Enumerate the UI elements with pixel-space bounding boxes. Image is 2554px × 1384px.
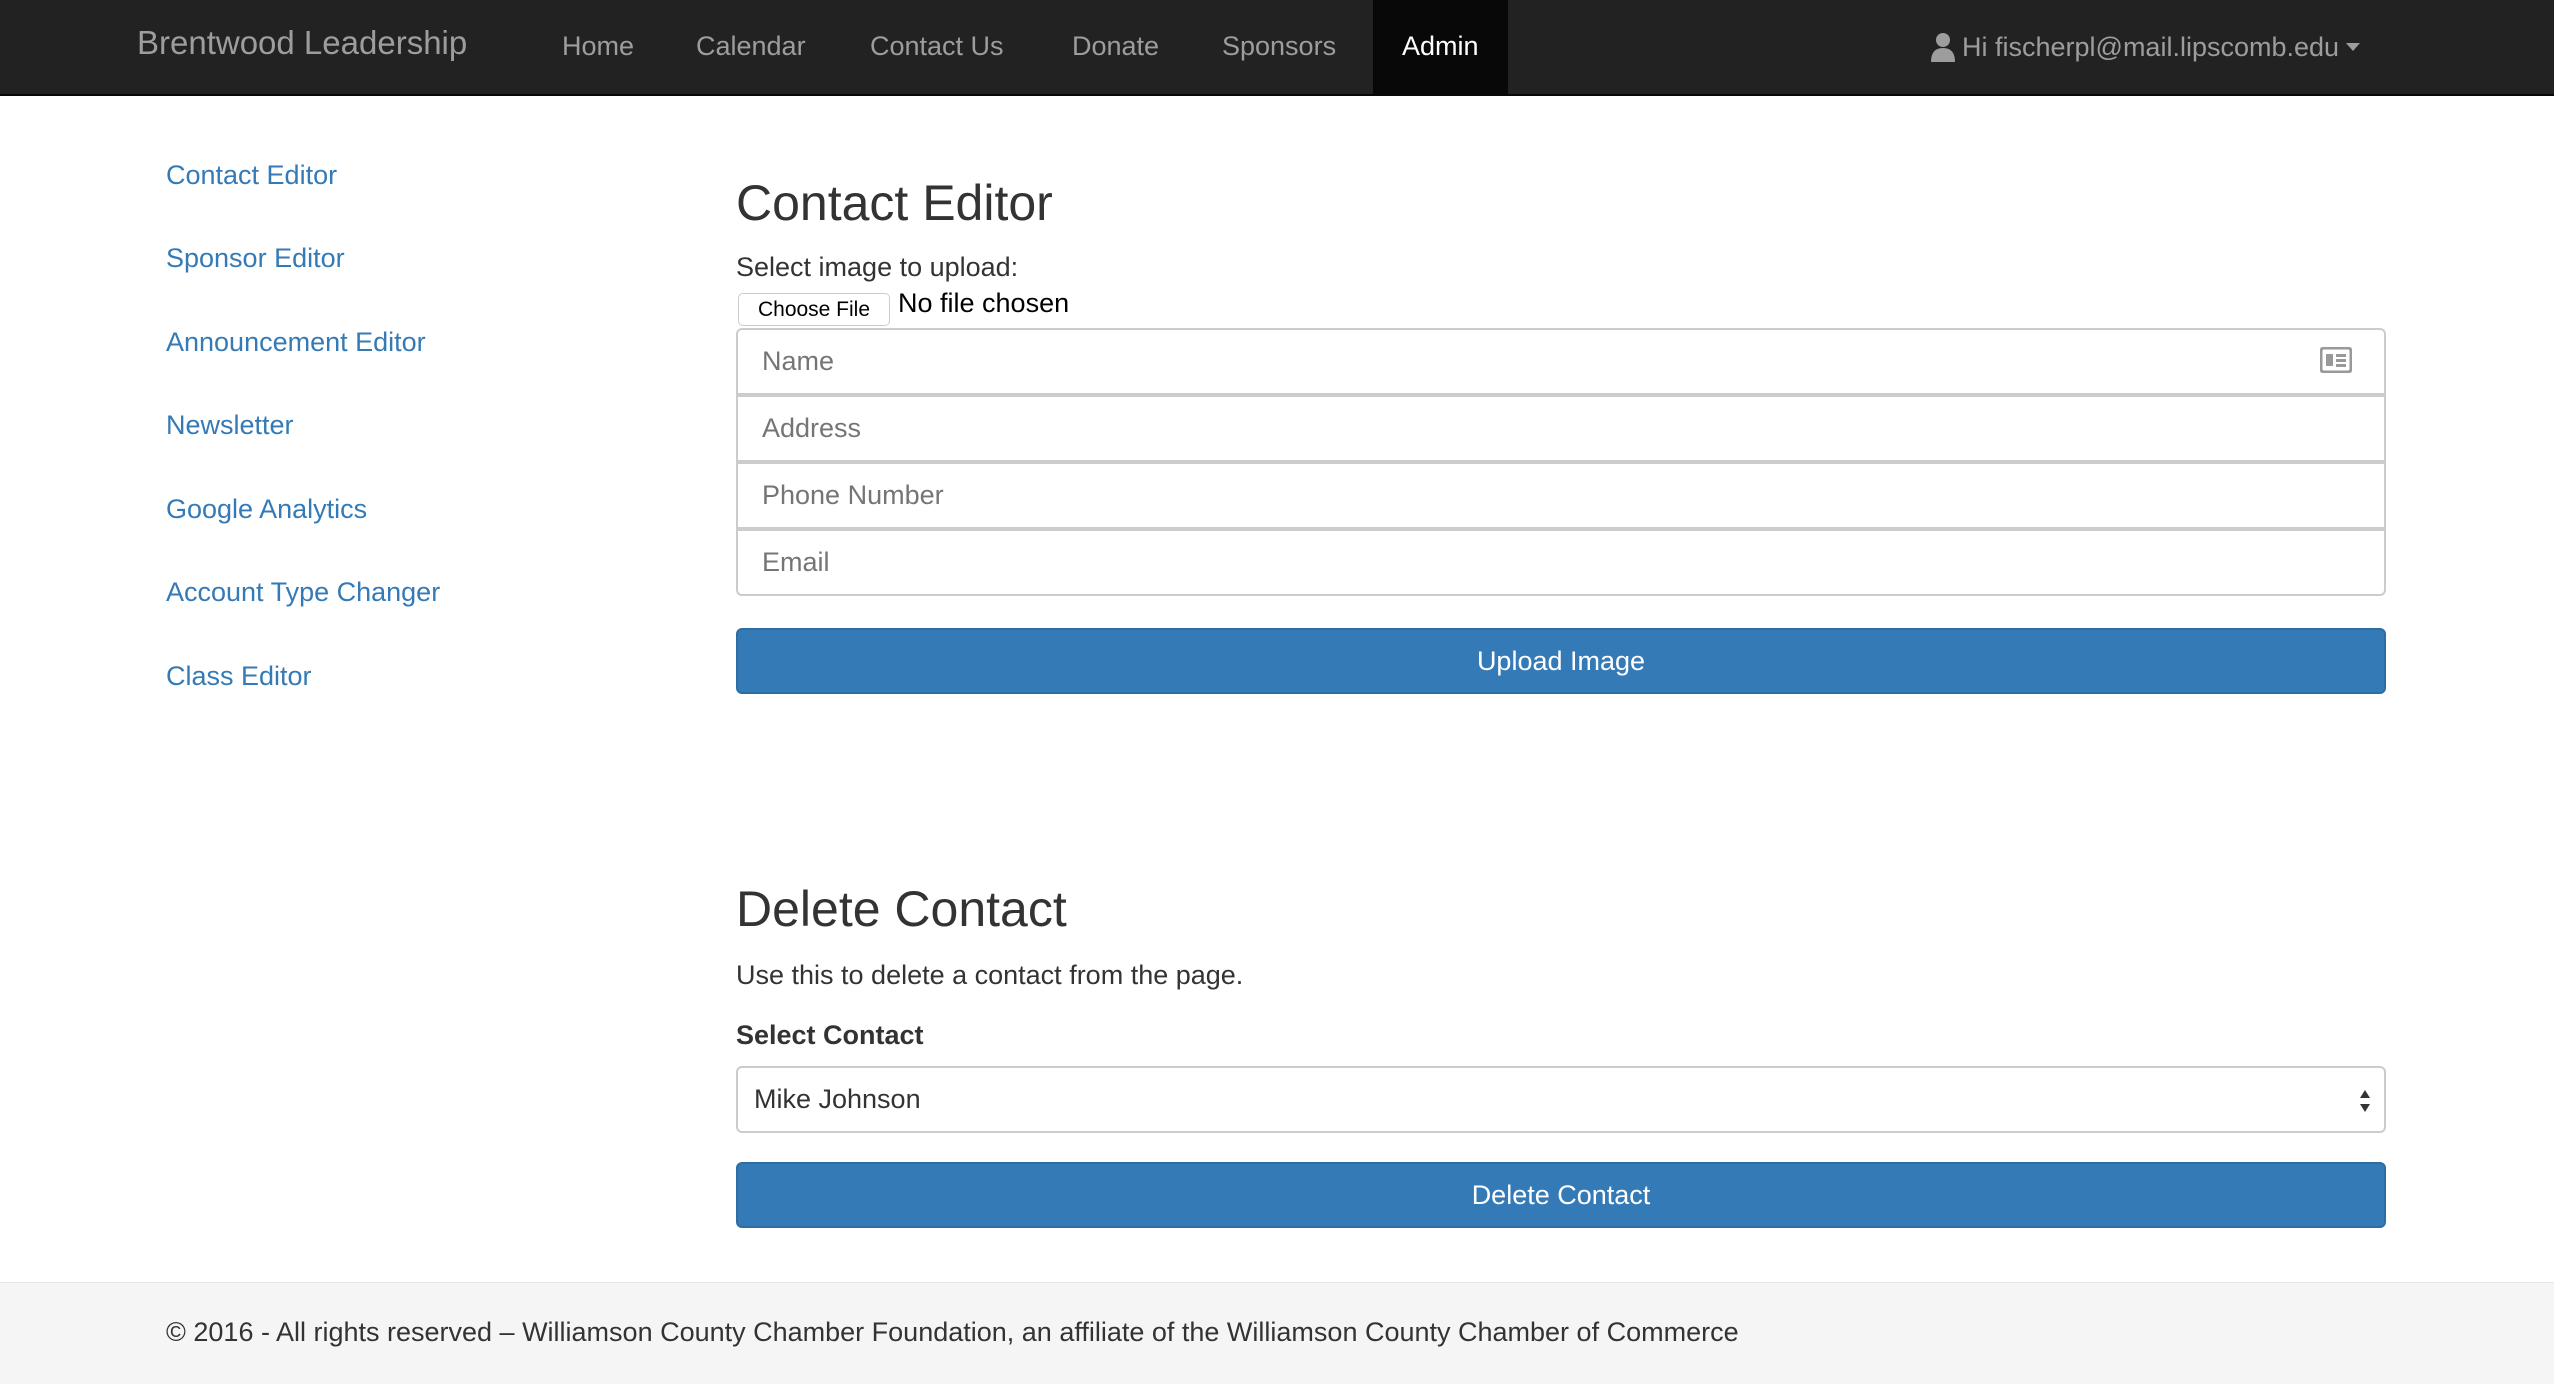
user-menu[interactable]: Hi fischerpl@mail.lipscomb.edu: [1930, 0, 2361, 94]
selected-contact: Mike Johnson: [754, 1084, 921, 1114]
address-input[interactable]: [736, 395, 2386, 462]
select-arrows-icon: [2360, 1090, 2370, 1112]
phone-input[interactable]: [736, 462, 2386, 529]
caret-down-icon: [2346, 43, 2361, 51]
navbar: Brentwood Leadership Home Calendar Conta…: [0, 0, 2554, 96]
email-input[interactable]: [736, 529, 2386, 596]
sidebar-item-class-editor[interactable]: Class Editor: [166, 661, 312, 692]
brand-link[interactable]: Brentwood Leadership: [137, 24, 467, 62]
nav-donate[interactable]: Donate: [1072, 0, 1159, 94]
nav-sponsors[interactable]: Sponsors: [1222, 0, 1336, 94]
upload-label: Select image to upload:: [736, 252, 1019, 282]
user-icon: [1931, 33, 1955, 62]
contact-editor-title: Contact Editor: [736, 175, 1053, 231]
select-contact-label: Select Contact: [736, 1020, 924, 1050]
nav-admin[interactable]: Admin: [1373, 0, 1508, 94]
nav-home[interactable]: Home: [562, 0, 634, 94]
delete-contact-title: Delete Contact: [736, 881, 1067, 937]
no-file-text: No file chosen: [898, 288, 1070, 318]
nav-calendar[interactable]: Calendar: [696, 0, 806, 94]
sidebar-item-contact-editor[interactable]: Contact Editor: [166, 160, 337, 191]
delete-contact-button[interactable]: Delete Contact: [736, 1162, 2386, 1228]
footer-text: © 2016 - All rights reserved – Williamso…: [166, 1317, 1739, 1347]
name-input[interactable]: [736, 328, 2386, 395]
sidebar-item-announcement-editor[interactable]: Announcement Editor: [166, 327, 426, 358]
nav-contact-us[interactable]: Contact Us: [870, 0, 1004, 94]
choose-file-button[interactable]: Choose File: [738, 293, 890, 326]
contact-card-icon: [2320, 347, 2352, 373]
sidebar-item-sponsor-editor[interactable]: Sponsor Editor: [166, 243, 345, 274]
upload-image-button[interactable]: Upload Image: [736, 628, 2386, 694]
sidebar-item-account-type-changer[interactable]: Account Type Changer: [166, 577, 440, 608]
user-greeting: Hi fischerpl@mail.lipscomb.edu: [1962, 32, 2340, 62]
contact-select[interactable]: Mike Johnson: [736, 1066, 2386, 1133]
sidebar-item-newsletter[interactable]: Newsletter: [166, 410, 294, 441]
footer: © 2016 - All rights reserved – Williamso…: [0, 1282, 2554, 1384]
delete-description: Use this to delete a contact from the pa…: [736, 960, 1244, 990]
sidebar-item-google-analytics[interactable]: Google Analytics: [166, 494, 367, 525]
